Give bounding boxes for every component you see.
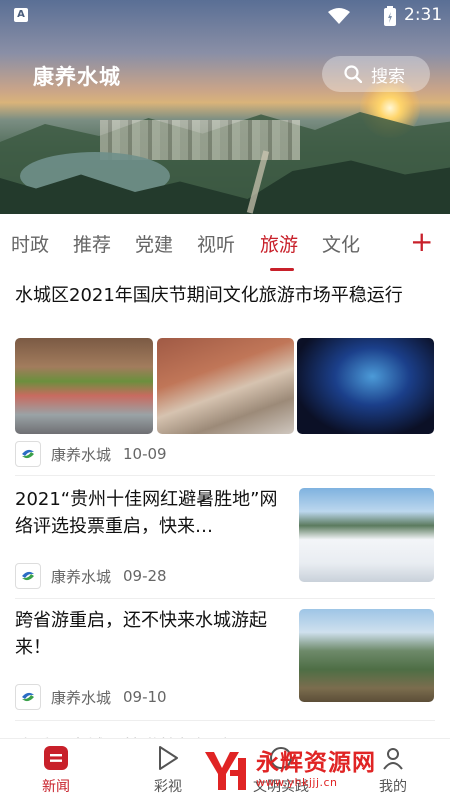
article-image-canyon[interactable] [299, 609, 434, 702]
tab-shiting[interactable]: 视听 [197, 230, 235, 257]
divider [15, 598, 435, 599]
watermark-url: www.yhkjjj.cn [256, 775, 338, 789]
divider [15, 720, 435, 721]
source-name: 康养水城 [51, 688, 112, 707]
article-title[interactable]: 2021“贵州十佳网红避暑胜地”网络评选投票重启，快来… [15, 486, 285, 540]
article-image-ski[interactable] [299, 488, 434, 582]
header-banner [0, 0, 450, 214]
news-icon [11, 743, 101, 773]
source-logo-icon [15, 684, 41, 710]
divider [15, 475, 435, 476]
tab-lvyou[interactable]: 旅游 [260, 230, 298, 257]
nav-label: 新闻 [42, 779, 70, 795]
active-tab-indicator [270, 268, 294, 271]
article-meta: 康养水城 09-28 [15, 563, 167, 589]
add-tab-button[interactable]: + [410, 228, 433, 256]
article-title[interactable]: 水城区2021年国庆节期间文化旅游市场平稳运行 [15, 283, 440, 308]
article-image-festival[interactable] [15, 338, 153, 434]
article-title[interactable]: 跨省游重启，还不快来水城游起来！ [15, 607, 285, 661]
source-name: 康养水城 [51, 445, 112, 464]
notification-icon: A [14, 8, 28, 22]
tab-tuijian[interactable]: 推荐 [73, 230, 111, 257]
search-label: 搜索 [371, 66, 405, 87]
search-button[interactable]: 搜索 [322, 56, 430, 92]
status-time: 2:31 [404, 5, 443, 25]
status-bar: A 2:31 [0, 0, 450, 30]
wifi-icon [328, 8, 350, 28]
article-date: 09-10 [123, 688, 167, 706]
tab-shizheng[interactable]: 时政 [11, 230, 49, 257]
watermark-logo-icon [205, 752, 246, 790]
nav-news[interactable]: 新闻 [11, 743, 101, 796]
source-logo-icon [15, 563, 41, 589]
article-date: 10-09 [123, 445, 167, 463]
source-logo-icon [15, 441, 41, 467]
article-meta: 康养水城 10-09 [15, 441, 167, 467]
tab-wenhua[interactable]: 文化 [322, 230, 360, 257]
app-title: 康养水城 [33, 65, 121, 89]
watermark: 永辉资源网 www.yhkjjj.cn [200, 740, 445, 798]
tab-dangjian[interactable]: 党建 [135, 230, 173, 257]
source-name: 康养水城 [51, 567, 112, 586]
article-date: 09-28 [123, 567, 167, 585]
article-meta: 康养水城 09-10 [15, 684, 167, 710]
article-image-stairs[interactable] [157, 338, 294, 434]
search-icon [344, 65, 362, 83]
category-tabs: 时政 推荐 党建 视听 旅游 文化 [0, 214, 450, 272]
watermark-text: 永辉资源网 [256, 749, 376, 776]
battery-icon [384, 6, 396, 30]
article-image-cave[interactable] [297, 338, 434, 434]
